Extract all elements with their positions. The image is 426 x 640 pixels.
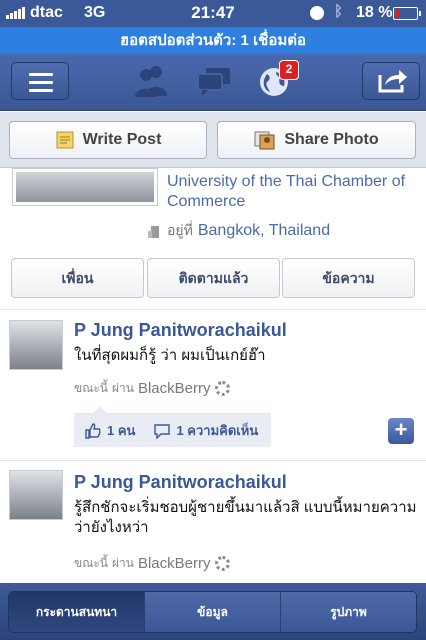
gear-icon[interactable] — [214, 381, 230, 396]
photo-icon — [254, 131, 275, 150]
post-via-app[interactable]: BlackBerry — [138, 380, 211, 397]
tab-wall[interactable]: กระดานสนทนา — [9, 592, 145, 632]
building-icon — [148, 226, 159, 238]
alarm-clock-icon — [310, 6, 324, 20]
message-button[interactable]: ข้อความ — [282, 258, 415, 298]
add-comment-button[interactable]: + — [388, 418, 414, 444]
comment-count-label: 1 ความคิดเห็น — [176, 423, 259, 438]
following-button[interactable]: ติดตามแล้ว — [147, 258, 280, 298]
write-post-label: Write Post — [82, 131, 162, 148]
location-prefix: อยู่ที่ — [167, 222, 193, 238]
post-via-app[interactable]: BlackBerry — [138, 555, 211, 572]
battery-level — [395, 9, 399, 18]
divider — [0, 460, 426, 461]
thumbs-up-icon — [85, 422, 101, 439]
friend-requests-icon[interactable] — [133, 64, 169, 98]
post-meta: ขณะนี้ ผ่าน BlackBerry — [74, 554, 230, 573]
tab-info[interactable]: ข้อมูล — [145, 592, 281, 632]
post-text: รู้สึกชักจะเริ่มชอบผู้ชายขึ้นมาแล้วสิ แบ… — [74, 499, 417, 536]
bluetooth-icon: ᛒ — [334, 3, 344, 20]
share-photo-button[interactable]: Share Photo — [217, 121, 416, 159]
top-navbar — [0, 54, 426, 111]
hamburger-icon — [29, 73, 53, 97]
post-author-name[interactable]: P Jung Panitworachaikul — [74, 320, 287, 341]
post-meta: ขณะนี้ ผ่าน BlackBerry — [74, 379, 230, 398]
menu-button[interactable] — [11, 62, 69, 100]
post-feedback-bar[interactable]: 1 คน 1 ความคิดเห็น — [74, 406, 271, 447]
location-link[interactable]: Bangkok, Thailand — [198, 222, 330, 240]
like-count[interactable]: 1 คน — [84, 420, 135, 441]
share-photo-label: Share Photo — [284, 131, 379, 148]
tab-photos[interactable]: รูปภาพ — [281, 592, 416, 632]
comment-bubble-icon — [154, 423, 171, 439]
battery-percent: 18 % — [356, 4, 393, 21]
post-via-prefix: ผ่าน — [111, 381, 134, 395]
post-time: ขณะนี้ — [74, 556, 108, 570]
like-count-label: 1 คน — [107, 423, 136, 438]
post-author-name[interactable]: P Jung Panitworachaikul — [74, 472, 287, 493]
status-bar: dtac 3G 21:47 ᛒ 18 % — [0, 0, 426, 27]
share-button[interactable] — [362, 62, 420, 100]
write-post-button[interactable]: Write Post — [9, 121, 207, 159]
notepad-icon — [56, 131, 74, 149]
divider — [0, 309, 426, 310]
action-bar: Write Post Share Photo — [0, 112, 426, 168]
share-arrow-icon — [378, 70, 407, 93]
gear-icon[interactable] — [214, 556, 230, 571]
post-via-prefix: ผ่าน — [111, 556, 134, 570]
comment-count[interactable]: 1 ความคิดเห็น — [153, 420, 258, 441]
post-author-avatar[interactable] — [9, 470, 63, 520]
notification-badge: 2 — [279, 60, 299, 80]
battery-icon — [393, 7, 421, 20]
education-link[interactable]: University of the Thai Chamber of Commer… — [167, 172, 417, 212]
bottom-tab-bar: กระดานสนทนา ข้อมูล รูปภาพ — [0, 583, 426, 640]
post-time: ขณะนี้ — [74, 381, 108, 395]
friends-button[interactable]: เพื่อน — [11, 258, 144, 298]
location-row: อยู่ที่ Bangkok, Thailand — [148, 220, 330, 242]
messages-icon[interactable] — [196, 64, 232, 98]
hotspot-banner[interactable]: ฮอตสปอตส่วนตัว: 1 เชื่อมต่อ — [0, 27, 426, 54]
profile-photo[interactable] — [12, 168, 158, 206]
post-text: ในที่สุดผมก็รู้ ว่า ผมเป็นเกย์ฮ๊า — [74, 347, 266, 364]
post-author-avatar[interactable] — [9, 320, 63, 370]
